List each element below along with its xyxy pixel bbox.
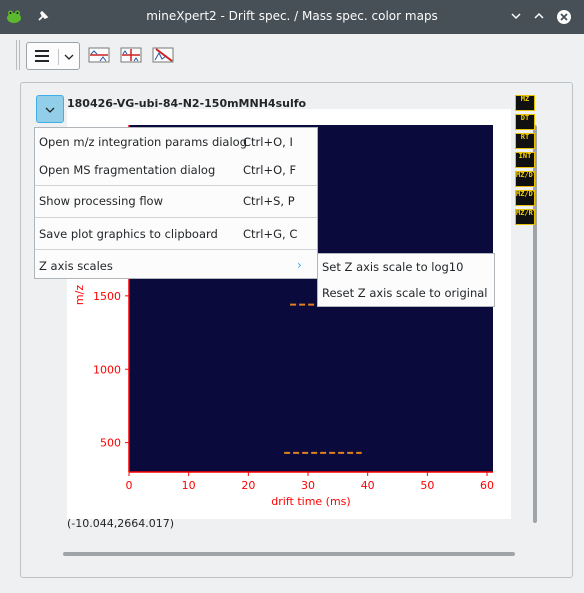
chevron-down-icon — [45, 107, 55, 113]
menu-separator — [35, 217, 317, 218]
integrate-mz-rt-icon[interactable]: MZ/RT — [515, 209, 535, 225]
plot-options-button[interactable] — [36, 95, 64, 123]
app-frog-icon — [7, 10, 21, 23]
integrate-mz-dt-2-icon[interactable]: MZ/DT — [515, 190, 535, 206]
x-tick-label: 30 — [301, 479, 315, 492]
x-tick-label: 60 — [480, 479, 494, 492]
y-axis-label: m/z — [73, 285, 86, 305]
x-tick-label: 50 — [420, 479, 434, 492]
menu-item-label: Open m/z integration params dialog — [39, 135, 248, 149]
toolbar — [0, 34, 584, 78]
maximize-button[interactable] — [532, 9, 546, 23]
submenu-item-reset[interactable]: Reset Z axis scale to original — [318, 280, 494, 306]
integration-icons-column: MZ DT RT INT MZ/DT MZ/DT MZ/RT — [515, 95, 537, 228]
menu-item-z-axis-scales[interactable]: Z axis scales › — [35, 252, 317, 280]
integrate-rt-icon[interactable]: RT — [515, 133, 535, 149]
menu-button-separator — [58, 49, 59, 65]
pane-title: 180426-VG-ubi-84-N2-150mMNH4sulfo — [67, 97, 307, 110]
toolbar-handle[interactable] — [16, 40, 20, 70]
x-axis-label: drift time (ms) — [271, 495, 350, 508]
hamburger-icon — [35, 50, 49, 62]
x-tick-label: 10 — [182, 479, 196, 492]
window-title: mineXpert2 - Drift spec. / Mass spec. co… — [146, 9, 438, 23]
menu-item-shortcut: Ctrl+O, I — [243, 135, 293, 149]
y-tick-label: 1500 — [93, 290, 121, 303]
plot-close-icon[interactable] — [152, 46, 174, 64]
chevron-down-icon — [64, 54, 74, 60]
menu-item-label: Show processing flow — [39, 194, 164, 208]
submenu-item-log10[interactable]: Set Z axis scale to log10 — [318, 254, 494, 280]
menu-separator — [35, 249, 317, 250]
x-tick-label: 40 — [361, 479, 375, 492]
plot-stack-icon[interactable] — [88, 46, 110, 64]
menu-item-label: Open MS fragmentation dialog — [39, 163, 216, 177]
menu-item-label: Save plot graphics to clipboard — [39, 227, 218, 241]
menu-item-shortcut: Ctrl+G, C — [243, 227, 298, 241]
cursor-coordinates: (-10.044,2664.017) — [67, 517, 175, 530]
menu-separator — [35, 185, 317, 186]
menu-item-mz-integration[interactable]: Open m/z integration params dialog Ctrl+… — [35, 128, 317, 156]
y-tick-label: 1000 — [93, 363, 121, 376]
menu-item-save-graphics[interactable]: Save plot graphics to clipboard Ctrl+G, … — [35, 220, 317, 248]
menu-item-processing-flow[interactable]: Show processing flow Ctrl+S, P — [35, 187, 317, 215]
z-axis-scales-submenu: Set Z axis scale to log10 Reset Z axis s… — [317, 253, 495, 307]
x-tick-label: 0 — [126, 479, 133, 492]
chevron-right-icon: › — [297, 258, 302, 272]
integrate-mz-icon[interactable]: MZ — [515, 95, 535, 111]
close-button[interactable] — [556, 9, 572, 25]
y-tick-label: 500 — [100, 437, 121, 450]
pin-icon[interactable] — [36, 9, 50, 23]
integrate-int-icon[interactable]: INT — [515, 152, 535, 168]
submenu-item-label: Reset Z axis scale to original — [322, 286, 488, 300]
integrate-mz-dt-icon[interactable]: MZ/DT — [515, 171, 535, 187]
integrate-dt-icon[interactable]: DT — [515, 114, 535, 130]
horizontal-scrollbar[interactable] — [63, 552, 515, 556]
menu-item-shortcut: Ctrl+O, F — [243, 163, 297, 177]
plot-context-menu: Open m/z integration params dialog Ctrl+… — [34, 127, 318, 279]
x-tick-label: 20 — [241, 479, 255, 492]
main-menu-button[interactable] — [26, 42, 80, 70]
title-bar: mineXpert2 - Drift spec. / Mass spec. co… — [0, 0, 584, 34]
menu-item-ms-fragmentation[interactable]: Open MS fragmentation dialog Ctrl+O, F — [35, 156, 317, 184]
menu-item-label: Z axis scales — [39, 259, 113, 273]
plot-split-icon[interactable] — [120, 46, 142, 64]
menu-item-shortcut: Ctrl+S, P — [243, 194, 295, 208]
minimize-button[interactable] — [509, 9, 523, 23]
submenu-item-label: Set Z axis scale to log10 — [322, 260, 464, 274]
